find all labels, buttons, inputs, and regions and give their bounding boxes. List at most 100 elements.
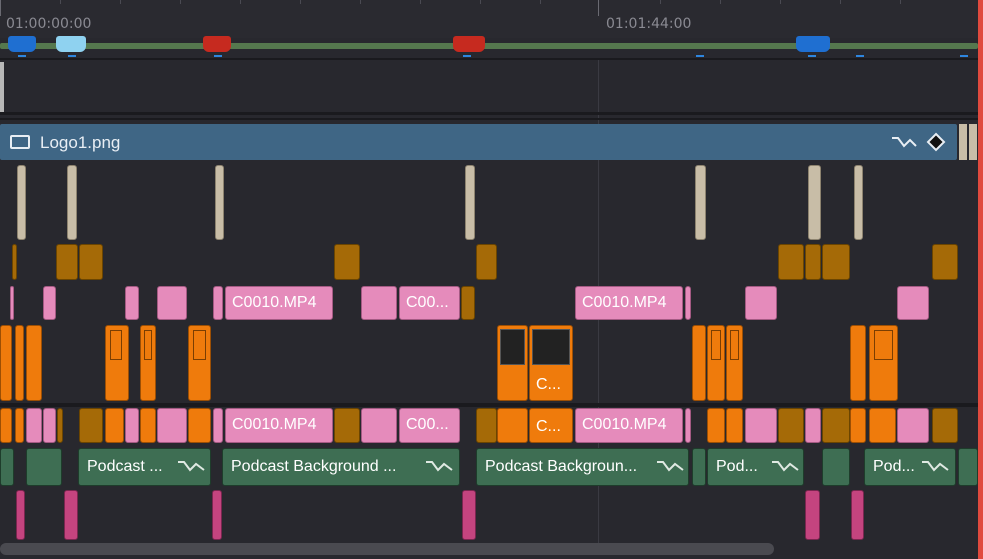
- audio-clip[interactable]: [822, 448, 850, 486]
- clip[interactable]: [808, 165, 821, 240]
- clip-label: Podcast ...: [87, 458, 163, 475]
- audio-clip[interactable]: [64, 490, 78, 540]
- audio-clip[interactable]: [16, 490, 25, 540]
- marker-blue[interactable]: [796, 36, 830, 52]
- timeline-ruler[interactable]: 01:00:00:00 01:01:44:00: [0, 0, 983, 38]
- clip-c00[interactable]: C00...: [399, 408, 460, 443]
- clip[interactable]: [726, 325, 743, 401]
- clip-c0010[interactable]: C0010.MP4: [225, 408, 333, 443]
- clip[interactable]: [497, 325, 528, 401]
- clip[interactable]: [778, 244, 804, 280]
- marker-tick: [960, 55, 968, 57]
- clip-label: Podcast Backgroun...: [485, 458, 638, 475]
- clip[interactable]: [822, 408, 850, 443]
- clip[interactable]: [10, 286, 14, 320]
- clip[interactable]: [854, 165, 863, 240]
- clip-c[interactable]: C...: [529, 408, 573, 443]
- clip[interactable]: [869, 325, 898, 401]
- clip[interactable]: [43, 286, 56, 320]
- clip[interactable]: [897, 286, 929, 320]
- clip[interactable]: [43, 408, 56, 443]
- clip[interactable]: [707, 408, 725, 443]
- clip[interactable]: [79, 408, 103, 443]
- clip[interactable]: [125, 408, 139, 443]
- clip[interactable]: [707, 325, 725, 401]
- clip[interactable]: [213, 286, 223, 320]
- clip[interactable]: [850, 408, 866, 443]
- keyframe-icon[interactable]: [926, 132, 946, 152]
- clip[interactable]: [188, 325, 211, 401]
- marker-cyan[interactable]: [56, 36, 86, 52]
- clip[interactable]: [461, 286, 475, 320]
- clip[interactable]: [805, 244, 821, 280]
- clip[interactable]: [125, 286, 139, 320]
- clip[interactable]: [26, 408, 42, 443]
- clip[interactable]: [0, 325, 12, 401]
- clip[interactable]: [0, 408, 12, 443]
- clip[interactable]: [213, 408, 223, 443]
- clip[interactable]: [105, 325, 129, 401]
- in-out-range-bar[interactable]: [0, 43, 978, 49]
- clip[interactable]: [869, 408, 896, 443]
- clip[interactable]: [476, 408, 497, 443]
- clip[interactable]: [56, 244, 78, 280]
- clip[interactable]: [897, 408, 929, 443]
- marker-red[interactable]: [453, 36, 485, 52]
- clip[interactable]: [932, 408, 958, 443]
- marker-blue[interactable]: [8, 36, 36, 52]
- clip[interactable]: [692, 325, 706, 401]
- audio-clip[interactable]: [958, 448, 978, 486]
- marker-red[interactable]: [203, 36, 231, 52]
- clip[interactable]: [822, 244, 850, 280]
- playhead[interactable]: [978, 0, 983, 559]
- clip[interactable]: [140, 325, 156, 401]
- clip[interactable]: [140, 408, 156, 443]
- clip[interactable]: [215, 165, 224, 240]
- clip[interactable]: [361, 286, 397, 320]
- clip[interactable]: [57, 408, 63, 443]
- clip[interactable]: [67, 165, 77, 240]
- audio-clip[interactable]: [851, 490, 864, 540]
- curve-icon[interactable]: [890, 132, 918, 152]
- expanded-clip-logo[interactable]: [0, 124, 957, 160]
- clip[interactable]: [15, 325, 24, 401]
- audio-clip[interactable]: [805, 490, 820, 540]
- clip[interactable]: [79, 244, 103, 280]
- audio-clip[interactable]: [26, 448, 62, 486]
- clip-c[interactable]: C...: [529, 325, 573, 401]
- clip[interactable]: [476, 244, 497, 280]
- marker-tick: [18, 55, 26, 57]
- clip[interactable]: [26, 325, 42, 401]
- horizontal-scrollbar[interactable]: [0, 543, 774, 555]
- clip[interactable]: [745, 286, 777, 320]
- clip[interactable]: [497, 408, 528, 443]
- clip[interactable]: [334, 408, 360, 443]
- audio-clip[interactable]: [462, 490, 476, 540]
- clip[interactable]: [745, 408, 777, 443]
- clip[interactable]: [157, 408, 187, 443]
- audio-clip[interactable]: [0, 448, 14, 486]
- clip[interactable]: [695, 165, 706, 240]
- clip[interactable]: [850, 325, 866, 401]
- clip[interactable]: [465, 165, 475, 240]
- audio-clip[interactable]: [692, 448, 706, 486]
- clip[interactable]: [12, 244, 17, 280]
- clip-c0010[interactable]: C0010.MP4: [575, 286, 683, 320]
- clip[interactable]: [157, 286, 187, 320]
- audio-clip[interactable]: [212, 490, 222, 540]
- clip[interactable]: [15, 408, 24, 443]
- clip[interactable]: [105, 408, 124, 443]
- clip[interactable]: [685, 286, 691, 320]
- clip[interactable]: [685, 408, 691, 443]
- clip[interactable]: [361, 408, 397, 443]
- clip[interactable]: [188, 408, 211, 443]
- clip-c0010[interactable]: C0010.MP4: [575, 408, 683, 443]
- clip-c0010[interactable]: C0010.MP4: [225, 286, 333, 320]
- clip[interactable]: [932, 244, 958, 280]
- clip[interactable]: [726, 408, 743, 443]
- clip-c00[interactable]: C00...: [399, 286, 460, 320]
- clip[interactable]: [17, 165, 26, 240]
- clip[interactable]: [334, 244, 360, 280]
- clip[interactable]: [805, 408, 821, 443]
- clip[interactable]: [778, 408, 804, 443]
